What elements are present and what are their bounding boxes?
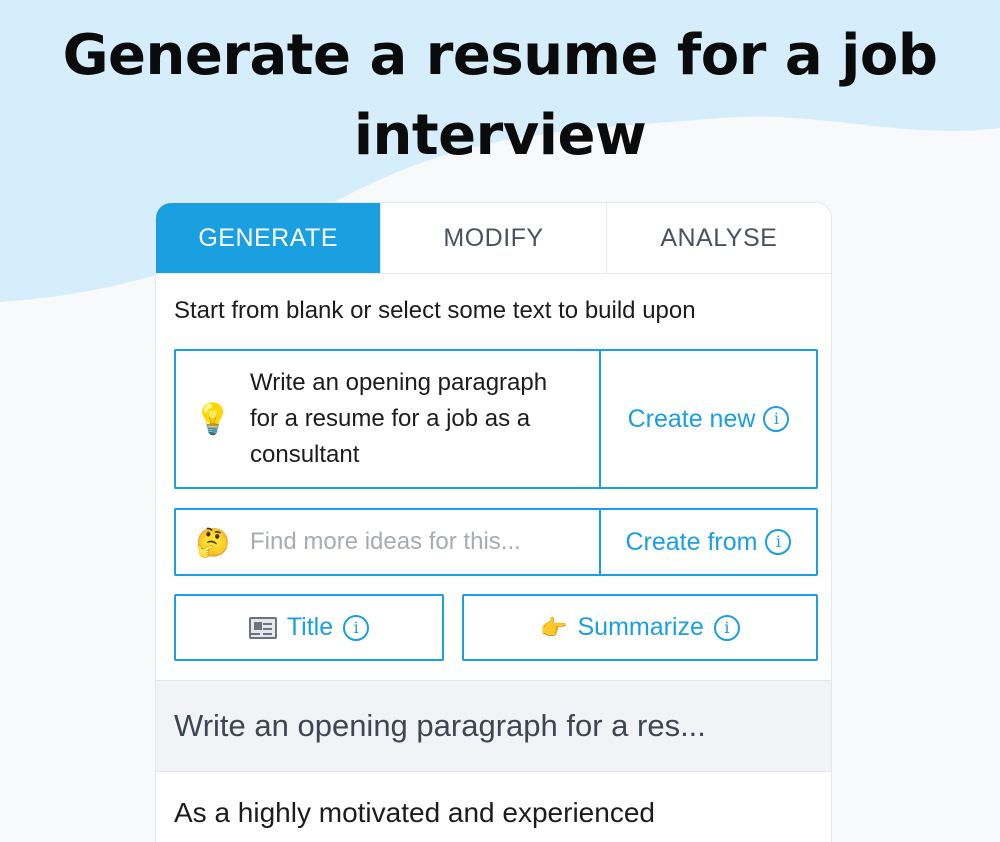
generator-panel: GENERATE MODIFY ANALYSE Start from blank… [155, 202, 832, 842]
create-from-button[interactable]: Create from i [599, 508, 818, 576]
page-title-line1: Generate a resume for a job [62, 23, 938, 88]
info-icon[interactable]: i [763, 406, 790, 432]
tab-modify[interactable]: MODIFY [380, 203, 606, 273]
ideas-field[interactable]: 🤔 Find more ideas for this... [174, 508, 599, 576]
lightbulb-icon: 💡 [194, 401, 232, 437]
newspaper-icon [248, 616, 277, 639]
title-label: Title [286, 613, 334, 641]
prompt-row: 💡 Write an opening paragraph for a resum… [174, 349, 818, 489]
info-icon[interactable]: i [713, 614, 740, 641]
pointing-hand-icon: 👉 [540, 614, 568, 640]
instruction-text: Start from blank or select some text to … [174, 297, 696, 324]
summarize-label: Summarize [577, 613, 704, 641]
title-button[interactable]: Title i [174, 594, 444, 661]
prompt-suggestion[interactable]: 💡 Write an opening paragraph for a resum… [174, 349, 599, 489]
create-from-label: Create from [625, 527, 758, 556]
create-new-label: Create new [627, 404, 756, 433]
ideas-row: 🤔 Find more ideas for this... Create fro… [174, 508, 818, 576]
page-title: Generate a resume for a job interview [0, 16, 1000, 176]
page-title-line2: interview [353, 103, 647, 168]
page: Generate a resume for a job interview GE… [0, 0, 1000, 842]
tab-analyse[interactable]: ANALYSE [605, 203, 831, 273]
quick-actions: Title i 👉 Summarize i [174, 594, 818, 661]
tab-bar: GENERATE MODIFY ANALYSE [156, 203, 831, 274]
ideas-input[interactable]: Find more ideas for this... [250, 528, 521, 556]
result-text: As a highly motivated and experienced [174, 797, 655, 828]
info-icon[interactable]: i [343, 614, 370, 641]
prompt-text: Write an opening paragraph for a resume … [250, 369, 548, 468]
info-icon[interactable]: i [765, 529, 792, 555]
result-title[interactable]: Write an opening paragraph for a res... [156, 680, 831, 772]
create-new-button[interactable]: Create new i [599, 349, 818, 489]
summarize-button[interactable]: 👉 Summarize i [462, 594, 818, 661]
thinking-face-icon: 🤔 [195, 525, 231, 559]
tab-generate[interactable]: GENERATE [156, 203, 381, 273]
